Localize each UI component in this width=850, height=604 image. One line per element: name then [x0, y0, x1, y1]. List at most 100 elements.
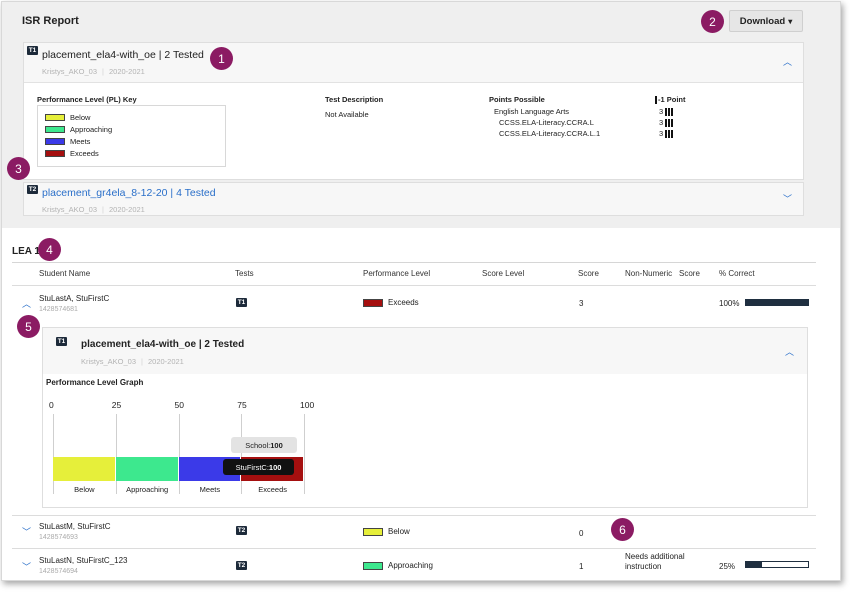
chevron-down-icon[interactable]: ﹀: [783, 192, 792, 205]
grid-line: [115, 414, 117, 494]
student-tooltip: StuFirstC: 100: [223, 459, 294, 475]
header-non-numeric[interactable]: Non-Numeric: [625, 269, 672, 278]
test-badge: T2: [27, 185, 38, 194]
download-button[interactable]: Download ▾: [729, 10, 803, 32]
student-id: 1428574681: [39, 306, 78, 313]
teacher-name: Kristys_AKO_03: [42, 67, 98, 76]
approaching-swatch: [45, 125, 65, 133]
performance-level-label: Below: [388, 527, 410, 536]
performance-level: Approaching: [363, 561, 433, 570]
callout-5: 5: [17, 315, 40, 338]
chevron-up-icon[interactable]: ︿: [783, 55, 792, 68]
student-name: StuLastA, StuFirstC: [39, 294, 110, 303]
school-year: 2020-2021: [147, 357, 184, 366]
chevron-up-icon[interactable]: ︿: [785, 345, 794, 358]
school-year: 2020-2021: [108, 67, 145, 76]
callout-3: 3: [7, 157, 30, 180]
bar-approaching[interactable]: [115, 457, 178, 481]
callout-4: 4: [38, 238, 61, 261]
segment-label: Approaching: [126, 485, 169, 494]
tooltip-label: School:: [245, 440, 271, 450]
score: 0: [579, 529, 584, 538]
key-label: Approaching: [70, 124, 113, 134]
chevron-down-icon[interactable]: ﹀: [22, 525, 31, 538]
student-name: StuLastN, StuFirstC_123: [39, 556, 128, 565]
key-row-approaching: Approaching: [45, 123, 218, 135]
score: 3: [579, 299, 584, 308]
points-value: 3: [659, 107, 674, 117]
bar-below[interactable]: [53, 457, 115, 481]
key-label: Meets: [70, 136, 91, 146]
download-label: Download: [739, 15, 786, 27]
segment-label: Meets: [199, 485, 221, 494]
below-swatch: [45, 113, 65, 121]
pct-correct-fill: [746, 300, 808, 305]
header-non-numeric-score[interactable]: Score: [679, 269, 700, 278]
points-label: CCSS.ELA-Literacy.CCRA.L: [499, 118, 594, 127]
key-row-meets: Meets: [45, 135, 218, 147]
meets-swatch: [45, 137, 65, 145]
test-card-t1: T1 placement_ela4-with_oe | 2 Tested Kri…: [23, 42, 804, 180]
test-badge: T2: [236, 526, 247, 535]
test-name: placement_ela4-with_oe | 2 Tested: [81, 339, 245, 350]
points-possible-title: Points Possible: [489, 95, 545, 104]
points-header: -1 Point: [655, 95, 686, 105]
approaching-swatch: [363, 561, 383, 570]
non-numeric-score: Needs additional instruction: [625, 552, 685, 571]
student-name: StuLastM, StuFirstC: [39, 522, 111, 531]
tick-label: 25: [111, 400, 122, 410]
points-value-text: 3: [659, 107, 664, 116]
below-swatch: [363, 527, 383, 536]
key-label: Exceeds: [70, 148, 99, 158]
tick-label: 0: [49, 400, 54, 410]
page-title: ISR Report: [22, 15, 79, 27]
row-divider: [12, 548, 816, 549]
points-value-text: 3: [659, 129, 664, 138]
grid-line: [241, 414, 243, 494]
chevron-up-icon[interactable]: ︿: [22, 297, 31, 310]
points-value-text: 3: [659, 118, 664, 127]
grid-line: [178, 414, 180, 494]
key-row-below: Below: [45, 111, 218, 123]
chevron-down-icon[interactable]: ﹀: [22, 560, 31, 573]
callout-1: 1: [210, 47, 233, 70]
report-frame: ISR Report Download ▾ T1 placement_ela4-…: [1, 1, 841, 581]
pct-correct: 25%: [719, 562, 736, 571]
test-card-t2[interactable]: T2 placement_gr4ela_8-12-20 | 4 Tested K…: [23, 182, 804, 216]
header-score[interactable]: Score: [578, 269, 599, 278]
teacher-name: Kristys_AKO_03: [42, 205, 98, 214]
performance-level: Exceeds: [363, 298, 419, 307]
points-header-label: -1 Point: [658, 95, 686, 104]
performance-level-graph: Performance Level Graph 0 25 50 75 100 Below A…: [43, 374, 807, 507]
header-performance-level[interactable]: Performance Level: [363, 269, 430, 278]
grid-line: [304, 414, 305, 494]
expanded-test-detail: T1 placement_ela4-with_oe | 2 Tested Kri…: [42, 327, 808, 508]
pct-correct-bar: [745, 561, 809, 568]
tooltip-value: 100: [270, 440, 283, 450]
performance-level: Below: [363, 527, 410, 536]
test-link[interactable]: placement_gr4ela_8-12-20 | 4 Tested: [42, 187, 216, 199]
header-score-level[interactable]: Score Level: [482, 269, 524, 278]
pct-correct-bar: [745, 299, 809, 306]
expanded-test-header[interactable]: T1 placement_ela4-with_oe | 2 Tested Kri…: [43, 328, 807, 374]
callout-2: 2: [701, 10, 724, 33]
point-bar-icon: [655, 96, 657, 105]
segment-label: Exceeds: [258, 485, 288, 494]
header-student-name[interactable]: Student Name: [39, 269, 90, 278]
callout-6: 6: [611, 518, 634, 541]
student-id: 1428574694: [39, 568, 78, 575]
key-row-exceeds: Exceeds: [45, 147, 218, 159]
tooltip-value: 100: [268, 462, 282, 472]
tick-label: 75: [237, 400, 247, 410]
test-card-t1-header[interactable]: T1 placement_ela4-with_oe | 2 Tested Kri…: [24, 43, 803, 83]
header-pct-correct[interactable]: % Correct: [719, 269, 755, 278]
segment-label: Below: [74, 485, 95, 494]
school-year: 2020-2021: [108, 205, 145, 214]
graph-title: Performance Level Graph: [46, 378, 144, 387]
tooltip-label: StuFirstC:: [235, 462, 269, 472]
test-meta: Kristys_AKO_03 | 2020-2021: [42, 205, 145, 214]
tick-label: 50: [174, 400, 184, 410]
test-badge: T1: [27, 46, 38, 55]
header-tests[interactable]: Tests: [235, 269, 254, 278]
performance-level-label: Approaching: [388, 561, 433, 570]
